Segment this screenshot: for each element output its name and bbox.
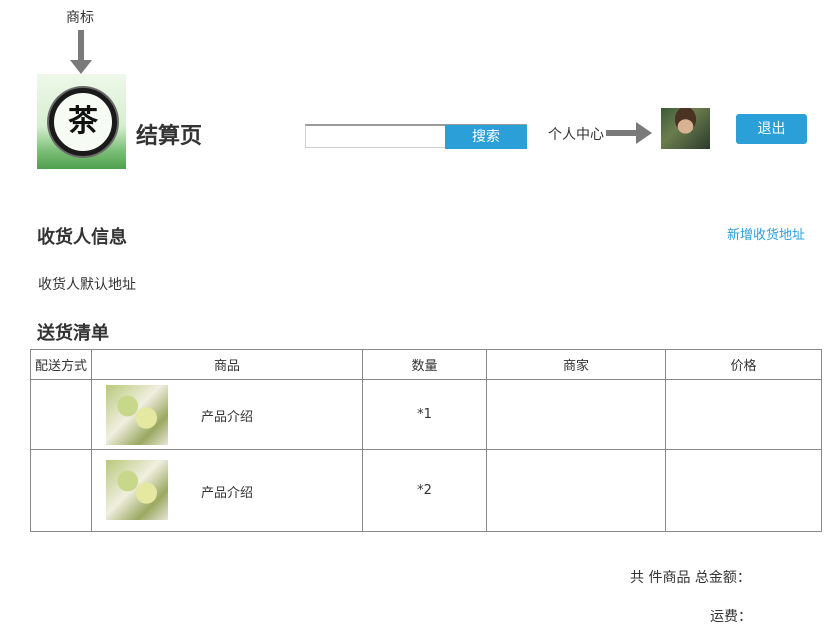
delivery-cell <box>30 379 92 450</box>
order-table: 配送方式 商品 数量 商家 价格 产品介绍 *1 产品介绍 *2 <box>30 349 822 532</box>
search-input[interactable] <box>306 126 454 148</box>
shipping-list-title: 送货清单 <box>37 323 109 344</box>
default-address: 收货人默认地址 <box>38 277 136 293</box>
user-avatar[interactable] <box>661 108 710 149</box>
product-cell: 产品介绍 <box>91 449 363 532</box>
delivery-cell <box>30 449 92 532</box>
user-center-label[interactable]: 个人中心 <box>548 124 604 144</box>
price-cell <box>665 449 822 532</box>
price-cell <box>665 379 822 450</box>
product-image[interactable] <box>106 460 168 520</box>
add-address-link[interactable]: 新增收货地址 <box>727 224 805 243</box>
product-cell: 产品介绍 <box>91 379 363 450</box>
logo-emblem: 茶 <box>49 88 117 156</box>
column-header-product: 商品 <box>91 349 363 380</box>
column-header-price: 价格 <box>665 349 822 380</box>
search-button[interactable]: 搜索 <box>445 125 527 149</box>
page-title: 结算页 <box>136 124 203 149</box>
shipping-fee-label: 运费： <box>710 609 752 625</box>
column-header-quantity: 数量 <box>362 349 487 380</box>
column-header-merchant: 商家 <box>486 349 666 380</box>
arrow-right-icon <box>606 122 652 144</box>
merchant-cell <box>486 379 666 450</box>
table-row: 产品介绍 *1 <box>30 379 822 450</box>
product-image[interactable] <box>106 385 168 445</box>
quantity-cell: *2 <box>362 449 487 532</box>
product-desc[interactable]: 产品介绍 <box>201 482 253 501</box>
column-header-delivery: 配送方式 <box>30 349 92 380</box>
logout-button[interactable]: 退出 <box>736 114 807 144</box>
merchant-cell <box>486 449 666 532</box>
logo-annotation: 商标 <box>66 10 94 26</box>
tea-logo[interactable]: 茶 <box>37 74 126 169</box>
table-row: 产品介绍 *2 <box>30 449 822 532</box>
logo-char: 茶 <box>68 104 98 139</box>
order-total-label: 共 件商品 总金额： <box>630 570 751 586</box>
receiver-title: 收货人信息 <box>37 227 127 248</box>
quantity-cell: *1 <box>362 379 487 450</box>
table-header-row: 配送方式 商品 数量 商家 价格 <box>30 349 822 380</box>
product-desc[interactable]: 产品介绍 <box>201 406 253 425</box>
arrow-down-icon <box>70 30 92 74</box>
